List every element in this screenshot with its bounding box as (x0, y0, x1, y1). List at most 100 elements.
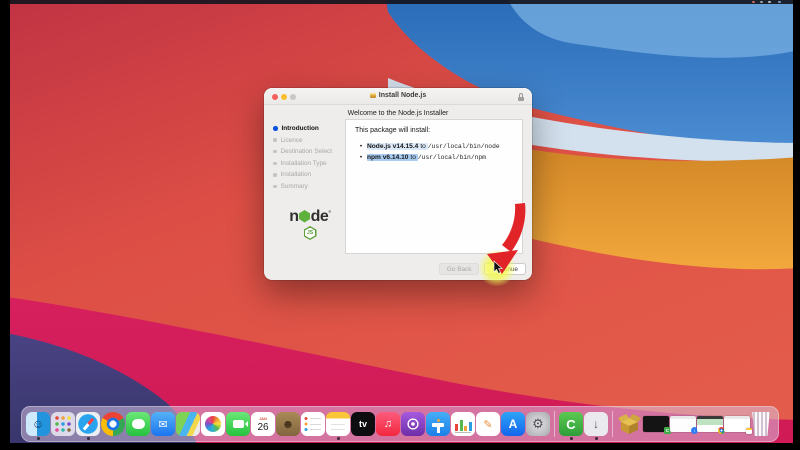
lock-icon (518, 93, 524, 101)
open-box-icon (617, 412, 642, 436)
dock-icon-system-preferences[interactable]: ⚙ (526, 412, 550, 436)
dock-icon-reminders[interactable] (301, 412, 325, 436)
minimized-window-camtasia[interactable]: C (643, 416, 669, 432)
window-titlebar[interactable]: Install Node.js (264, 88, 532, 105)
dock-icon-calendar[interactable]: JAN26 (251, 412, 275, 436)
registered-mark: ® (328, 209, 330, 214)
dock-icon-nodejs-package[interactable] (617, 412, 642, 436)
letterbox-left (0, 0, 10, 450)
pen-icon: ✎ (483, 418, 492, 431)
package-item-text: npm v6.14.10to/usr/local/bin/npm (367, 154, 486, 161)
package-icon (370, 93, 376, 98)
dock-icon-launchpad[interactable] (51, 412, 75, 436)
button-row: Go Back Continue (439, 263, 526, 275)
down-arrow-icon: ↓ (593, 417, 599, 431)
dock-icon-keynote[interactable] (426, 412, 450, 436)
dock-icon-music[interactable]: ♫ (376, 412, 400, 436)
hexagon-o-icon (299, 210, 310, 223)
lock-shackle (519, 93, 523, 97)
installer-steps-sidebar: Introduction Licence Destination Select … (273, 125, 345, 195)
step-dot (273, 162, 277, 166)
desktop: Install Node.js Welcome to the Node.js I… (0, 0, 800, 450)
dock-icon-photos[interactable] (201, 412, 225, 436)
step-licence: Licence (273, 137, 345, 144)
lectern-icon (432, 423, 444, 427)
nodejs-wordmark: nde® (267, 204, 353, 225)
dock-icon-facetime[interactable] (226, 412, 250, 436)
video-camera-icon (233, 420, 244, 428)
dock-icon-contacts[interactable]: ☻ (276, 412, 300, 436)
connector-word: to (410, 154, 416, 161)
dock-icon-pages[interactable]: ✎ (476, 412, 500, 436)
dock-icon-finder[interactable]: ☺ (26, 412, 50, 436)
package-item-npm: • npm v6.14.10to/usr/local/bin/npm (355, 154, 513, 161)
compass-needle-icon (83, 418, 94, 430)
dock-separator (612, 411, 613, 437)
step-label: Installation Type (281, 160, 327, 167)
menu-bar (10, 0, 793, 4)
minimized-window-installer[interactable]: ↓ (670, 416, 696, 432)
dock-icon-installer[interactable]: ↓ (584, 412, 608, 436)
step-summary: Summary (273, 183, 345, 190)
intro-text: This package will install: (355, 127, 513, 134)
dock-icon-apple-tv[interactable]: tv (351, 412, 375, 436)
dock-icon-trash[interactable] (751, 412, 771, 436)
dock-icon-podcasts[interactable] (401, 412, 425, 436)
step-label: Installation (281, 171, 312, 178)
tv-label: tv (359, 419, 367, 429)
envelope-icon: ✉ (158, 418, 167, 431)
dock-icon-maps[interactable] (176, 412, 200, 436)
window-title: Install Node.js (264, 92, 532, 99)
camtasia-c-icon: C (566, 417, 575, 432)
dock-icon-messages[interactable] (126, 412, 150, 436)
go-back-button[interactable]: Go Back (439, 263, 480, 275)
continue-button[interactable]: Continue (484, 263, 526, 275)
package-name: Node.js v14.15.4 (367, 143, 418, 150)
lock-body (518, 97, 524, 102)
js-badge-text: JS (304, 226, 317, 240)
text-selection-strong: npm v6.14.10to (367, 154, 418, 161)
menubar-extra-icon (752, 1, 755, 3)
dock-icon-safari[interactable] (76, 412, 100, 436)
package-name: npm v6.14.10 (367, 154, 408, 161)
step-destination-select: Destination Select (273, 148, 345, 155)
step-label: Summary (281, 183, 308, 190)
dock-icon-notes[interactable] (326, 412, 350, 436)
letterbox-bottom (0, 443, 800, 450)
install-path: /usr/local/bin/node (428, 143, 500, 150)
step-installation: Installation (273, 171, 345, 178)
gear-icon: ⚙ (532, 416, 544, 432)
step-dot (273, 185, 277, 189)
letterbox-right (793, 0, 800, 450)
menubar-extra-icon (760, 1, 763, 3)
dock-icon-camtasia[interactable]: C (559, 412, 583, 436)
minimized-window-notes[interactable] (724, 416, 750, 432)
menubar-extra-icon (778, 1, 781, 3)
dock-icon-app-store[interactable]: A (501, 412, 525, 436)
step-dot (273, 173, 277, 177)
music-note-icon: ♫ (384, 418, 392, 430)
bullet: • (355, 154, 367, 161)
step-introduction: Introduction (273, 125, 345, 132)
notes-badge-icon (746, 428, 752, 434)
appstore-a-icon: A (509, 417, 518, 431)
step-label: Destination Select (281, 148, 333, 155)
window-title-text: Install Node.js (379, 92, 426, 99)
js-hexagon-badge: JS (304, 226, 317, 240)
dock-icon-chrome[interactable] (101, 412, 125, 436)
speech-bubble-icon (132, 419, 145, 429)
dock-icon-mail[interactable]: ✉ (151, 412, 175, 436)
dock: ☺ ✉ JAN26 ☻ tv ♫ ✎ A ⚙ C ↓ (21, 406, 779, 442)
menubar-extra-icon (768, 1, 771, 3)
bullet: • (355, 143, 367, 150)
dock-separator (554, 411, 555, 437)
minimized-window-chrome[interactable] (697, 416, 723, 432)
connector-word: to (420, 143, 426, 150)
dock-icon-numbers[interactable] (451, 412, 475, 436)
color-wheel-icon (205, 416, 221, 432)
pane-heading: Welcome to the Node.js Installer (264, 110, 532, 117)
step-dot-active (273, 126, 278, 131)
wordmark-de: de (311, 208, 329, 225)
step-installation-type: Installation Type (273, 160, 345, 167)
nodejs-logo: nde® JS (267, 204, 353, 240)
